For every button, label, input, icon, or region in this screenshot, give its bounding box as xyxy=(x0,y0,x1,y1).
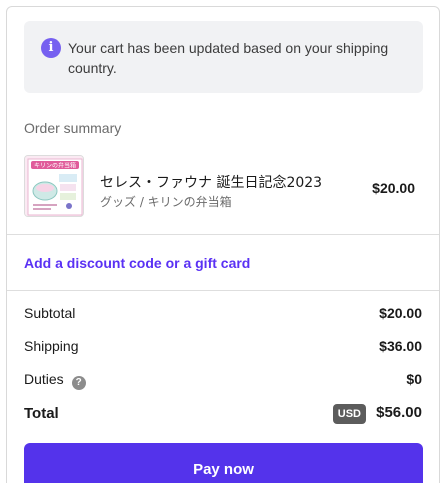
cart-updated-notice: i Your cart has been updated based on yo… xyxy=(24,21,423,93)
order-summary-panel: i Your cart has been updated based on yo… xyxy=(6,6,440,483)
subtotal-row: Subtotal $20.00 xyxy=(24,305,422,325)
product-image: キリンの弁当箱 xyxy=(25,156,83,216)
duties-value: $0 xyxy=(406,371,422,387)
subtotal-label: Subtotal xyxy=(24,305,76,321)
notice-text: Your cart has been updated based on your… xyxy=(68,40,389,76)
shipping-value: $36.00 xyxy=(379,338,422,354)
divider xyxy=(7,234,439,235)
info-icon: i xyxy=(41,38,61,58)
subtotal-value: $20.00 xyxy=(379,305,422,321)
product-price: $20.00 xyxy=(372,180,415,196)
total-value: $56.00 xyxy=(376,404,422,421)
duties-label: Duties xyxy=(24,371,64,387)
shipping-row: Shipping $36.00 xyxy=(24,338,422,358)
product-variant: グッズ / キリンの弁当箱 xyxy=(100,195,232,209)
shipping-label: Shipping xyxy=(24,338,79,354)
duties-row: Duties? $0 xyxy=(24,371,422,391)
discount-code-link[interactable]: Add a discount code or a gift card xyxy=(24,255,250,271)
currency-badge: USD xyxy=(332,404,366,424)
product-thumbnail: キリンの弁当箱 xyxy=(24,155,84,217)
help-icon[interactable]: ? xyxy=(71,376,86,390)
total-row: Total USD $56.00 xyxy=(24,403,422,427)
thumb-caption: キリンの弁当箱 xyxy=(34,162,76,170)
total-label: Total xyxy=(24,405,59,422)
duties-label-group: Duties? xyxy=(24,371,86,390)
order-summary-heading: Order summary xyxy=(24,120,122,136)
divider xyxy=(7,290,439,291)
pay-now-button[interactable]: Pay now xyxy=(24,443,423,483)
product-name: セレス・ファウナ 誕生日記念2023 xyxy=(100,175,323,191)
